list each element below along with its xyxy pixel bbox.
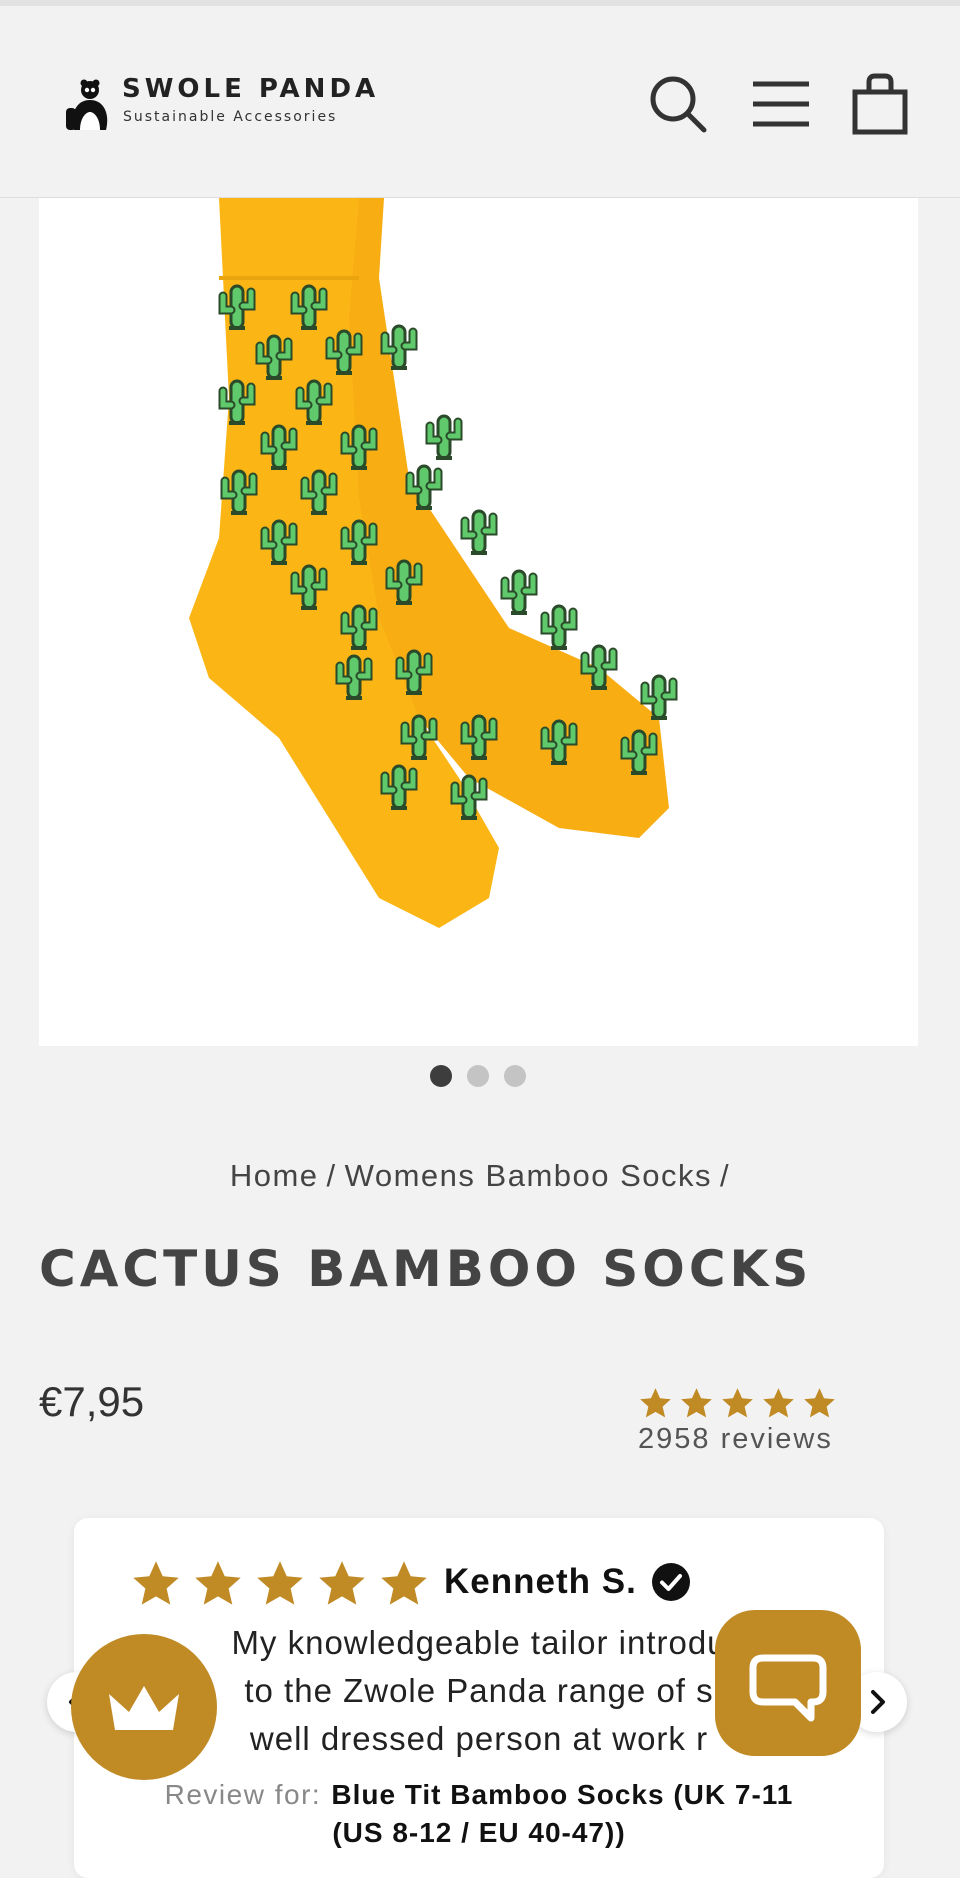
gallery-dot-3[interactable] <box>504 1065 526 1087</box>
review-for-label: Review for: <box>164 1779 322 1810</box>
review-for-product[interactable]: Blue Tit Bamboo Socks (UK 7-11 <box>331 1779 793 1810</box>
review-for-product-cont: (US 8-12 / EU 40-47)) <box>74 1812 884 1850</box>
star-icon <box>640 1388 671 1418</box>
chat-button[interactable] <box>715 1610 861 1756</box>
star-icon <box>257 1561 303 1605</box>
review-author: Kenneth S. <box>444 1562 637 1601</box>
gallery-pagination <box>0 1065 960 1089</box>
breadcrumb-separator: / <box>720 1158 731 1193</box>
rating-summary[interactable] <box>638 1386 838 1421</box>
gallery-dot-1[interactable] <box>430 1065 452 1087</box>
verified-check-icon <box>651 1562 691 1602</box>
breadcrumb-home[interactable]: Home <box>230 1158 319 1193</box>
star-icon <box>381 1561 427 1605</box>
rewards-button[interactable] <box>71 1634 217 1780</box>
chat-bubble-icon <box>749 1654 827 1722</box>
site-header: SWOLE PANDA Sustainable Accessories <box>0 6 960 198</box>
rating-stars <box>638 1386 838 1421</box>
star-icon <box>319 1561 365 1605</box>
crown-icon <box>109 1686 179 1730</box>
cart-icon[interactable] <box>849 72 913 136</box>
panda-logo-icon <box>66 79 108 130</box>
review-stars <box>130 1558 430 1610</box>
gallery-dot-2[interactable] <box>467 1065 489 1087</box>
review-count[interactable]: 2958 reviews <box>638 1423 833 1456</box>
search-icon[interactable] <box>646 72 710 136</box>
star-icon <box>722 1388 753 1418</box>
star-icon <box>804 1388 835 1418</box>
breadcrumb: Home / Womens Bamboo Socks / <box>0 1158 960 1194</box>
cactus-socks-image <box>189 198 918 928</box>
star-icon <box>763 1388 794 1418</box>
product-price: €7,95 <box>39 1378 145 1425</box>
product-image[interactable] <box>39 198 918 1046</box>
review-for-product[interactable]: (US 8-12 / EU 40-47)) <box>332 1817 625 1848</box>
star-icon <box>681 1388 712 1418</box>
breadcrumb-category[interactable]: Womens Bamboo Socks <box>345 1158 712 1193</box>
menu-icon[interactable] <box>749 72 813 136</box>
brand-tagline: Sustainable Accessories <box>123 109 338 125</box>
brand-name: SWOLE PANDA <box>122 74 380 104</box>
breadcrumb-separator: / <box>326 1158 337 1193</box>
product-title: CACTUS BAMBOO SOCKS <box>39 1240 813 1298</box>
brand-logo[interactable]: SWOLE PANDA Sustainable Accessories <box>60 74 380 134</box>
star-icon <box>133 1561 179 1605</box>
star-icon <box>195 1561 241 1605</box>
